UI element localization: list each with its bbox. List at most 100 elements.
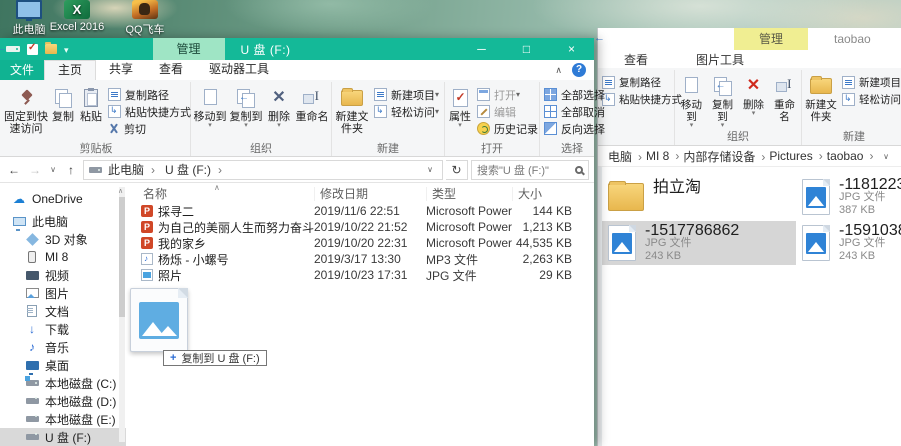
manage-contextual-tab[interactable]: 管理 xyxy=(153,38,225,60)
breadcrumb-item[interactable]: 内部存储设备 xyxy=(681,148,767,165)
file-row[interactable]: 照片 2019/10/23 17:31 JPG 文件 29 KB xyxy=(126,267,594,283)
paste-shortcut-button[interactable]: 粘贴快捷方式 xyxy=(105,103,189,120)
titlebar[interactable]: 管理 taobao xyxy=(598,28,901,50)
new-folder-button[interactable]: 新建文件夹 xyxy=(803,70,839,128)
move-to-button[interactable]: ← 移动到 xyxy=(192,82,228,140)
delete-button[interactable]: ✕ 删除 xyxy=(738,70,769,128)
easy-access-button[interactable]: 轻松访问 xyxy=(371,103,443,120)
move-to-button[interactable]: ← 移动到 xyxy=(676,70,707,128)
scroll-up-icon[interactable]: ∧ xyxy=(118,187,123,195)
qat-properties-icon[interactable] xyxy=(27,44,38,55)
cut-button[interactable]: 剪切 xyxy=(105,120,189,137)
breadcrumb-item[interactable]: MI 8 xyxy=(644,149,681,163)
pin-to-quick-access-button[interactable]: 固定到快速访问 xyxy=(3,82,49,140)
manage-contextual-tab[interactable]: 管理 xyxy=(734,28,808,50)
refresh-icon[interactable]: ↻ xyxy=(446,160,468,180)
paste-shortcut-button[interactable]: 粘贴快捷方式 xyxy=(599,91,673,108)
maximize-button[interactable]: □ xyxy=(504,38,549,60)
breadcrumb-item[interactable]: 电脑 xyxy=(606,148,644,165)
sidebar-item-documents[interactable]: 文档 xyxy=(0,302,126,320)
sidebar-item-disk-e[interactable]: 本地磁盘 (E:) xyxy=(0,410,126,428)
file-row[interactable]: P採寻二 2019/11/6 22:51 Microsoft Power... … xyxy=(126,203,594,219)
sidebar-item-disk-c[interactable]: 本地磁盘 (C:) xyxy=(0,374,126,392)
sidebar-item-videos[interactable]: 视频 xyxy=(0,266,126,284)
sidebar-item-music[interactable]: ♪ 音乐 xyxy=(0,338,126,356)
recent-dropdown-icon[interactable]: ∨ xyxy=(47,165,59,174)
delete-button[interactable]: ✕ 删除 xyxy=(264,82,294,140)
drag-ghost-image-file[interactable] xyxy=(130,288,188,352)
new-folder-button[interactable]: 新建文件夹 xyxy=(333,82,371,140)
forward-icon[interactable]: → xyxy=(26,163,44,177)
scrollbar-thumb[interactable] xyxy=(119,197,125,317)
file-row[interactable]: P我的家乡 2019/10/20 22:31 Microsoft Power..… xyxy=(126,235,594,251)
column-name[interactable]: 名称 xyxy=(126,187,314,201)
breadcrumb[interactable]: 此电脑 U 盘 (F:) ∨ xyxy=(83,160,443,180)
search-input[interactable]: 搜索"U 盘 (F:)" xyxy=(471,160,589,180)
new-item-button[interactable]: 新建项目 xyxy=(839,74,901,91)
sort-ascending-icon[interactable]: ∧ xyxy=(214,183,220,192)
minimize-button[interactable]: ─ xyxy=(459,38,504,60)
invert-selection-button[interactable]: 反向选择 xyxy=(541,120,603,137)
new-item-button[interactable]: 新建项目 xyxy=(371,86,443,103)
paste-button[interactable]: 粘贴 xyxy=(77,82,105,140)
back-icon[interactable]: ← xyxy=(5,163,23,177)
copy-path-button[interactable]: 复制路径 xyxy=(599,74,673,91)
column-date-modified[interactable]: 修改日期 xyxy=(314,187,426,201)
select-none-button[interactable]: 全部取消 xyxy=(541,103,603,120)
image-tile-selected[interactable]: -1517786862 JPG 文件 243 KB xyxy=(602,221,796,265)
tab-view[interactable]: 查看 xyxy=(146,60,196,80)
tab-home[interactable]: 主页 xyxy=(44,60,96,80)
rename-button[interactable]: 重命名 xyxy=(769,70,800,128)
sidebar-item-onedrive[interactable]: ☁ OneDrive xyxy=(0,190,126,208)
history-button[interactable]: 历史记录 xyxy=(474,120,538,137)
breadcrumb-item[interactable]: taobao xyxy=(825,149,876,163)
sidebar-scrollbar[interactable]: ∧ xyxy=(119,187,125,442)
sidebar-item-usb-f[interactable]: U 盘 (F:) xyxy=(0,428,126,446)
sidebar-item-desktop[interactable]: 桌面 xyxy=(0,356,126,374)
copy-path-button[interactable]: 复制路径 xyxy=(105,86,189,103)
tab-drive-tools[interactable]: 驱动器工具 xyxy=(196,60,282,80)
image-tile[interactable]: -1591038890 JPG 文件 243 KB xyxy=(796,221,901,265)
open-button[interactable]: 打开 xyxy=(474,86,538,103)
desktop-icon-qq-game[interactable]: QQ飞车 xyxy=(112,0,178,37)
sidebar-item-this-pc[interactable]: 此电脑 xyxy=(0,212,126,230)
titlebar[interactable]: 管理 U 盘 (F:) ─ □ × xyxy=(0,38,594,60)
qat-customize-icon[interactable] xyxy=(64,42,69,56)
breadcrumb-item[interactable]: U 盘 (F:) xyxy=(161,161,226,178)
breadcrumb-item[interactable]: Pictures xyxy=(767,149,824,163)
select-all-button[interactable]: 全部选择 xyxy=(541,86,603,103)
address-dropdown-icon[interactable]: ∨ xyxy=(423,165,437,174)
edit-button[interactable]: 编辑 xyxy=(474,103,538,120)
column-size[interactable]: 大小 xyxy=(512,187,576,201)
tab-share[interactable]: 共享 xyxy=(96,60,146,80)
rename-button[interactable]: 重命名 xyxy=(294,82,330,140)
sidebar-item-disk-d[interactable]: 本地磁盘 (D:) xyxy=(0,392,126,410)
tab-picture-tools[interactable]: 图片工具 xyxy=(696,51,744,68)
column-type[interactable]: 类型 xyxy=(426,187,512,201)
copy-to-button[interactable]: ← 复制到 xyxy=(228,82,264,140)
file-row[interactable]: 杨烁 - 小螺号 2019/3/17 13:30 MP3 文件 2,263 KB xyxy=(126,251,594,267)
tab-file[interactable]: 文件 xyxy=(0,60,44,80)
file-row[interactable]: P为自己的美丽人生而努力奋斗 2019/10/22 21:52 Microsof… xyxy=(126,219,594,235)
new-item-icon xyxy=(374,88,387,101)
easy-access-button[interactable]: 轻松访问 xyxy=(839,91,901,108)
help-icon[interactable]: ? xyxy=(572,63,586,77)
up-icon[interactable]: ↑ xyxy=(62,163,80,177)
sidebar-item-3d-objects[interactable]: 3D 对象 xyxy=(0,230,126,248)
image-tile[interactable]: -1181223233 JPG 文件 387 KB xyxy=(796,175,901,219)
sidebar-item-downloads[interactable]: ↓ 下载 xyxy=(0,320,126,338)
breadcrumb-item[interactable]: 此电脑 xyxy=(104,161,159,178)
address-dropdown-icon[interactable]: ∨ xyxy=(879,152,893,161)
qat-new-folder-icon[interactable] xyxy=(45,44,57,54)
copy-to-button[interactable]: ← 复制到 xyxy=(707,70,738,128)
close-button[interactable]: × xyxy=(549,38,594,60)
copy-button[interactable]: 复制 xyxy=(49,82,77,140)
desktop-icon-excel[interactable]: Excel 2016 xyxy=(44,0,110,33)
folder-tile[interactable]: 拍立淘 xyxy=(602,175,796,219)
sidebar-item-mi8[interactable]: MI 8 xyxy=(0,248,126,266)
address-bar[interactable]: 电脑 MI 8 内部存储设备 Pictures taobao ∨ xyxy=(598,146,901,167)
collapse-ribbon-icon[interactable]: ∧ xyxy=(555,65,562,76)
sidebar-item-pictures[interactable]: 图片 xyxy=(0,284,126,302)
tab-view[interactable]: 查看 xyxy=(624,51,648,68)
properties-button[interactable]: 属性 xyxy=(446,82,474,140)
